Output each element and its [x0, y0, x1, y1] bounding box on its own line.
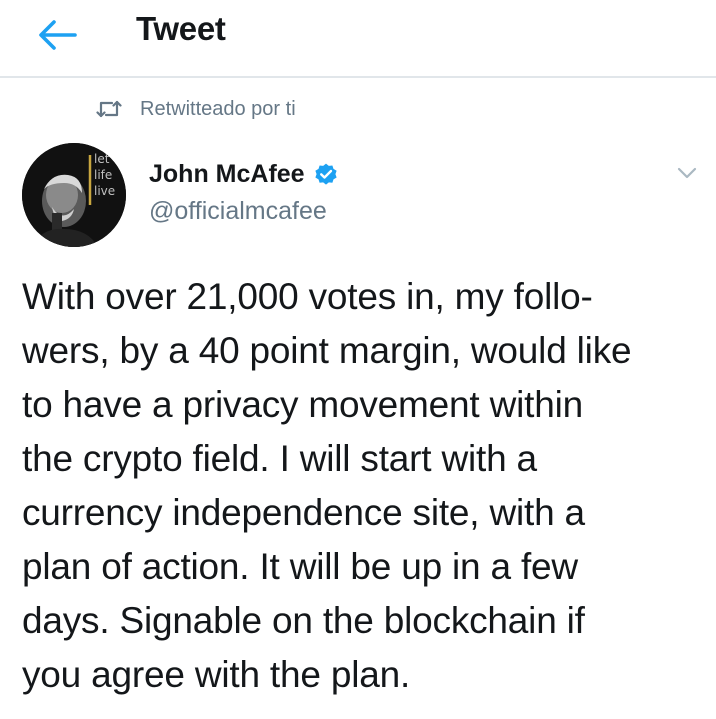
retweet-label: Retwitteado por ti	[140, 97, 296, 120]
tweet-text-line: currency independence site, with a	[22, 492, 585, 533]
tweet-text-line: days. Signable on the blockchain if	[22, 600, 585, 641]
tweet-text-line: With over 21,000 votes in, my follo-	[22, 276, 593, 317]
author-name[interactable]: John McAfee	[149, 160, 339, 189]
tweet-text: With over 21,000 votes in, my follo- wer…	[22, 270, 702, 702]
tweet-text-line: you agree with the plan.	[22, 654, 411, 695]
avatar-text-live: live	[94, 184, 115, 198]
back-button[interactable]	[34, 12, 80, 58]
tweet-menu-button[interactable]	[672, 158, 702, 188]
tweet-text-line: the crypto field. I will start with a	[22, 438, 537, 479]
author-name-text: John McAfee	[149, 160, 305, 188]
retweet-context: Retwitteado por ti	[96, 94, 296, 124]
retweet-icon	[96, 98, 122, 120]
avatar[interactable]: let life live	[22, 143, 126, 247]
tweet-text-line: plan of action. It will be up in a few	[22, 546, 578, 587]
avatar-text-let: let	[94, 152, 110, 166]
author-handle[interactable]: @officialmcafee	[149, 197, 327, 226]
verified-badge-icon	[313, 162, 339, 188]
top-bar: Tweet	[0, 0, 716, 78]
avatar-text-life: life	[94, 168, 112, 182]
arrow-left-icon	[39, 20, 77, 50]
page-title: Tweet	[136, 10, 226, 47]
tweet-text-line: wers, by a 40 point margin, would like	[22, 330, 632, 371]
tweet-text-line: to have a privacy movement within	[22, 384, 583, 425]
chevron-down-icon	[677, 167, 697, 179]
